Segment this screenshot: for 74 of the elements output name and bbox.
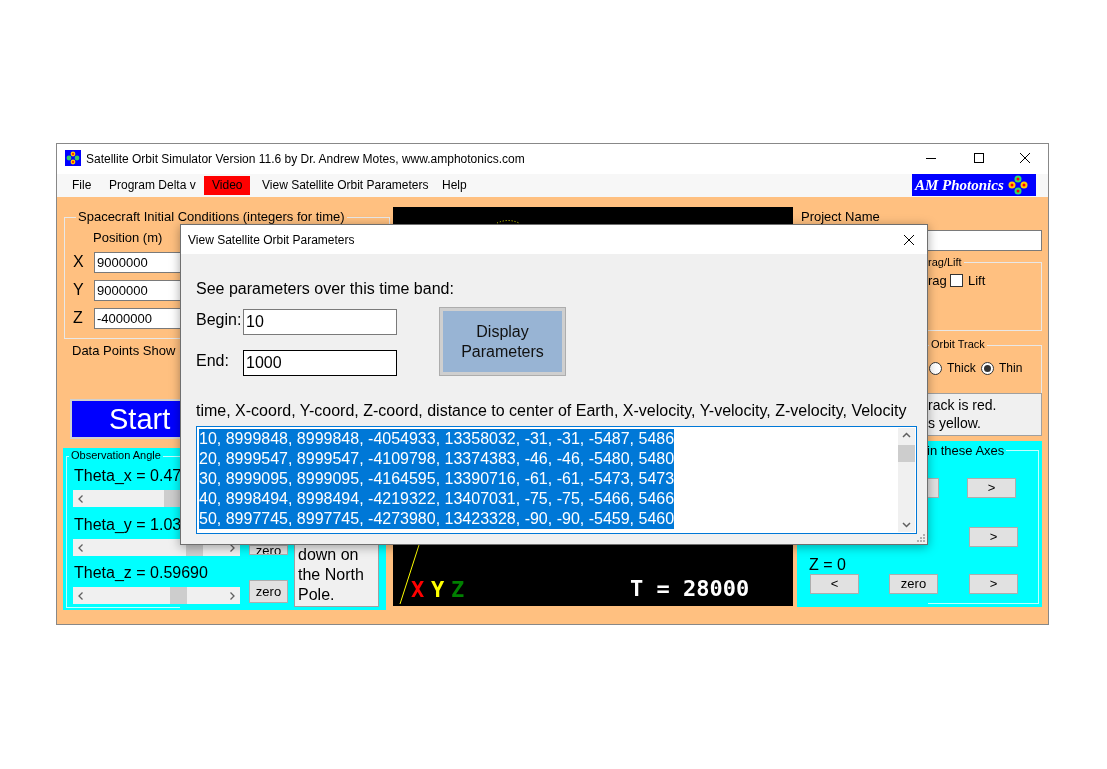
note-text: down on xyxy=(298,545,360,565)
maximize-icon[interactable] xyxy=(973,152,985,164)
axis-label: Y xyxy=(73,280,84,300)
note-text: the North xyxy=(298,565,365,585)
zero-button[interactable]: zero xyxy=(249,580,288,603)
z-label: Z = 0 xyxy=(809,556,846,574)
angle-label: Theta_z = 0.59690 xyxy=(74,564,208,582)
project-name-label: Project Name xyxy=(801,210,880,224)
group-title: Observation Angle xyxy=(69,449,163,462)
group-title: Spacecraft Initial Conditions (integers for time) xyxy=(76,210,347,224)
end-label: End: xyxy=(196,351,230,371)
axis-button[interactable]: > xyxy=(969,574,1018,594)
radio-label: Thin xyxy=(999,361,1023,376)
column-header-text: time, X-coord, Y-coord, Z-coord, distance to center of Earth, X-velocity, Y-velocity, Z-velocity, Velocity xyxy=(196,402,907,420)
axis-button[interactable]: > xyxy=(969,527,1018,547)
list-row[interactable]: 40, 8998494, 8998494, -4219322, 13407031, -75, -75, -5466, 5466 xyxy=(199,489,675,509)
legend-text: s yellow. xyxy=(928,414,982,432)
angle-slider[interactable] xyxy=(73,490,180,507)
orbit-track-icon xyxy=(496,218,520,224)
axis-button[interactable]: > xyxy=(967,478,1016,498)
axis-label: Y xyxy=(431,578,445,602)
angle-slider[interactable] xyxy=(73,587,240,604)
time-readout: T = 28000 xyxy=(630,577,750,601)
group-title: rag/Lift xyxy=(928,256,964,268)
begin-field[interactable]: 10 xyxy=(243,309,397,335)
window-title: Satellite Orbit Simulator Version 11.6 by Dr. Andrew Motes, www.amphotonics.com xyxy=(86,151,525,167)
logo-icon xyxy=(1007,175,1028,195)
close-icon[interactable] xyxy=(903,233,915,246)
scrollbar[interactable] xyxy=(898,428,915,532)
list-row[interactable]: 10, 8999848, 8999848, -4054933, 13358032, -31, -31, -5487, 5486 xyxy=(199,429,675,449)
close-icon[interactable] xyxy=(1019,152,1031,164)
note-text: Pole. xyxy=(298,585,336,605)
radio-label: Thick xyxy=(947,361,976,376)
axis-label: X xyxy=(73,252,84,272)
slider-thumb[interactable] xyxy=(169,587,187,604)
end-field[interactable]: 1000 xyxy=(243,350,397,376)
dialog-title: View Satellite Orbit Parameters xyxy=(188,231,355,248)
axis-button[interactable]: < xyxy=(810,574,859,594)
drag-label: rag xyxy=(928,273,947,288)
resize-grip-icon[interactable] xyxy=(916,533,925,542)
list-row[interactable]: 50, 8997745, 8997745, -4273980, 13423328, -90, -90, -5459, 5460 xyxy=(199,509,675,529)
position-field[interactable]: -4000000 xyxy=(94,308,180,329)
angle-label: Theta_y = 1.03 xyxy=(74,516,182,534)
position-field[interactable]: 9000000 xyxy=(94,252,180,273)
project-name-field[interactable] xyxy=(928,230,1042,251)
axis-button[interactable]: zero xyxy=(889,574,938,594)
menu-item[interactable]: Help xyxy=(434,176,475,195)
app-icon xyxy=(65,150,81,166)
lift-label: Lift xyxy=(968,273,986,288)
group-title: in these Axes xyxy=(925,443,1007,458)
data-points-label: Data Points Show xyxy=(72,343,177,359)
scroll-thumb[interactable] xyxy=(898,445,915,462)
position-field[interactable]: 9000000 xyxy=(94,280,180,301)
prompt-text: See parameters over this time band: xyxy=(196,280,454,298)
axis-label: Z xyxy=(73,308,83,328)
menu-item[interactable]: Program Delta v xyxy=(101,176,204,195)
display-parameters-button[interactable]: Display Parameters xyxy=(440,308,565,375)
position-label: Position (m) xyxy=(93,230,163,246)
angle-label: Theta_x = 0.47 xyxy=(74,467,182,485)
axis-label: Z xyxy=(451,578,465,602)
begin-label: Begin: xyxy=(196,310,243,330)
parameters-list[interactable] xyxy=(196,426,917,534)
list-row[interactable]: 30, 8999095, 8999095, -4164595, 13390716, -61, -61, -5473, 5473 xyxy=(199,469,675,489)
legend-text: rack is red. xyxy=(928,396,998,414)
slider-thumb[interactable] xyxy=(164,490,180,507)
group-title: Orbit Track xyxy=(929,338,987,351)
menu-item[interactable]: File xyxy=(64,176,100,195)
menu-item[interactable]: View Satellite Orbit Parameters xyxy=(254,176,437,195)
menu-item[interactable]: Video xyxy=(204,176,251,195)
axis-label: X xyxy=(411,578,425,602)
logo-text: AM Photonics xyxy=(915,176,1004,194)
start-button[interactable]: Start xyxy=(70,399,180,439)
lift-checkbox[interactable] xyxy=(950,274,963,287)
list-row[interactable]: 20, 8999547, 8999547, -4109798, 13374383, -46, -46, -5480, 5480 xyxy=(199,449,675,469)
